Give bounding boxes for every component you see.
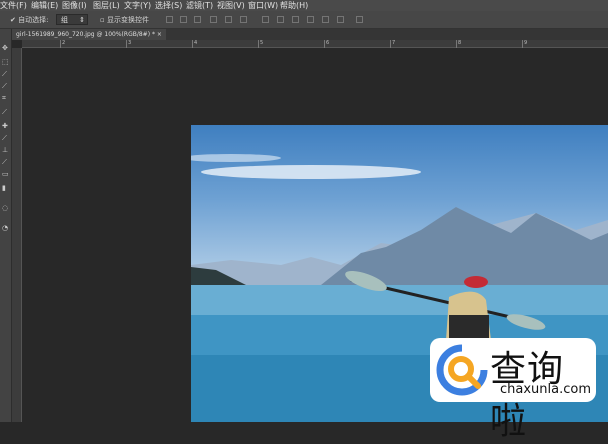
chevron-down-icon: ⇕ [79, 16, 85, 24]
ruler-tick: 9 [522, 40, 528, 48]
menu-filter[interactable]: 滤镜(T) [186, 0, 213, 11]
watermark-url: chaxunla.com [500, 382, 591, 397]
lasso-tool-icon[interactable]: ⟋ [2, 71, 9, 78]
dropdown-value: 组 [61, 16, 68, 24]
document-tab-title: girl-1561989_960_720.jpg @ 100%(RGB/8#) … [16, 31, 155, 38]
menu-type[interactable]: 文字(Y) [124, 0, 151, 11]
menu-file[interactable]: 文件(F) [0, 0, 27, 11]
menu-edit[interactable]: 编辑(E) [31, 0, 58, 11]
ruler-tick: 2 [60, 40, 66, 48]
ruler-tick: 8 [456, 40, 462, 48]
brush-tool-icon[interactable]: ⟋ [2, 135, 9, 142]
ruler-tick: 7 [390, 40, 396, 48]
horizontal-ruler: 2 3 4 5 6 7 8 9 [22, 40, 608, 48]
dodge-tool-icon[interactable]: ◔ [2, 225, 9, 232]
vertical-ruler [12, 48, 22, 422]
align-right-icon[interactable] [240, 16, 247, 23]
align-bottom-icon[interactable] [194, 16, 201, 23]
menu-view[interactable]: 视图(V) [217, 0, 245, 11]
document-tab[interactable]: girl-1561989_960_720.jpg @ 100%(RGB/8#) … [12, 29, 166, 40]
align-left-icon[interactable] [210, 16, 217, 23]
marquee-tool-icon[interactable]: ⬚ [2, 59, 9, 66]
document-tab-bar: girl-1561989_960_720.jpg @ 100%(RGB/8#) … [12, 29, 608, 40]
stamp-tool-icon[interactable]: ⊥ [2, 147, 9, 154]
align-hcenter-icon[interactable] [225, 16, 232, 23]
distribute-bottom-icon[interactable] [292, 16, 299, 23]
distribute-right-icon[interactable] [337, 16, 344, 23]
distribute-left-icon[interactable] [307, 16, 314, 23]
blur-tool-icon[interactable]: ◌ [2, 205, 9, 212]
quick-select-tool-icon[interactable]: ⟋ [2, 83, 9, 90]
magnifier-logo-icon [436, 344, 488, 396]
ruler-tick: 6 [324, 40, 330, 48]
move-tool-icon[interactable]: ✥ [2, 45, 9, 52]
distribute-vcenter-icon[interactable] [277, 16, 284, 23]
menu-help[interactable]: 帮助(H) [280, 0, 308, 11]
align-top-icon[interactable] [166, 16, 173, 23]
show-transform-checkbox[interactable]: ▫ 显示变换控件 [100, 15, 149, 25]
menu-layer[interactable]: 图层(L) [93, 0, 120, 11]
ruler-tick: 5 [258, 40, 264, 48]
align-vcenter-icon[interactable] [180, 16, 187, 23]
eyedropper-tool-icon[interactable]: ⟋ [2, 109, 9, 116]
auto-select-checkbox[interactable]: ✔ 自动选择: [10, 15, 48, 25]
close-tab-icon[interactable]: × [157, 31, 162, 38]
crop-tool-icon[interactable]: ⌗ [2, 95, 9, 102]
eraser-tool-icon[interactable]: ▭ [2, 171, 9, 178]
distribute-hcenter-icon[interactable] [322, 16, 329, 23]
auto-align-icon[interactable] [356, 16, 363, 23]
auto-select-label: 自动选择: [18, 16, 49, 24]
healing-tool-icon[interactable]: ✚ [2, 123, 9, 130]
ruler-tick: 3 [126, 40, 132, 48]
menu-select[interactable]: 选择(S) [155, 0, 182, 11]
ruler-tick: 4 [192, 40, 198, 48]
menu-image[interactable]: 图像(I) [62, 0, 87, 11]
tools-panel: ✥ ⬚ ⟋ ⟋ ⌗ ⟋ ✚ ⟋ ⊥ ⟋ ▭ ▮ ◌ ◔ [0, 29, 12, 422]
menu-window[interactable]: 窗口(W) [248, 0, 278, 11]
watermark-logo: 查询啦 chaxunla.com [430, 338, 596, 442]
auto-select-dropdown[interactable]: 组 ⇕ [56, 14, 88, 25]
menu-bar: 文件(F) 编辑(E) 图像(I) 图层(L) 文字(Y) 选择(S) 滤镜(T… [0, 0, 608, 11]
options-bar: ✔ 自动选择: 组 ⇕ ▫ 显示变换控件 [0, 11, 608, 29]
history-brush-icon[interactable]: ⟋ [2, 159, 9, 166]
gradient-tool-icon[interactable]: ▮ [2, 185, 9, 192]
distribute-top-icon[interactable] [262, 16, 269, 23]
show-transform-label: 显示变换控件 [106, 16, 149, 24]
